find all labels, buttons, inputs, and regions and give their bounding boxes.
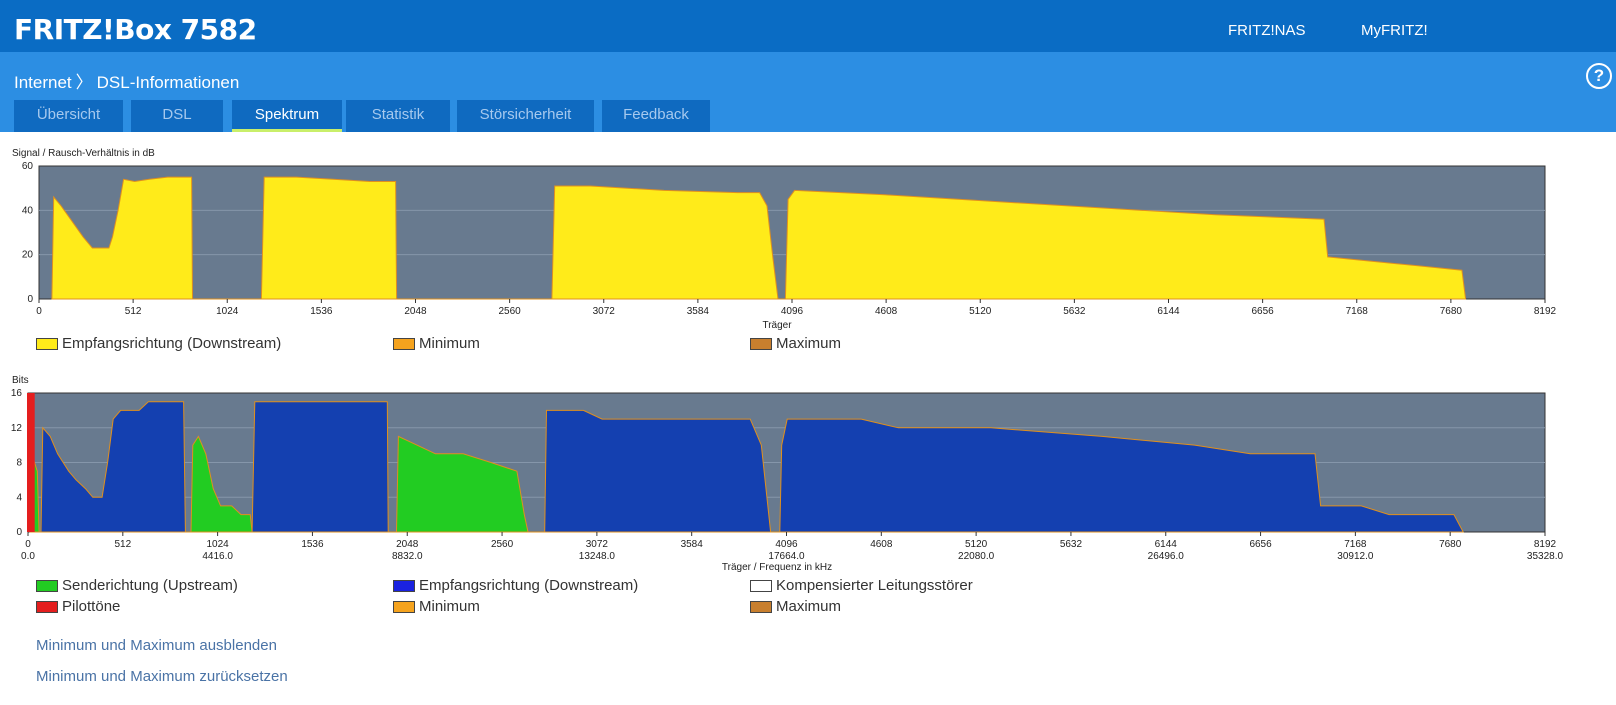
y-tick-label: 12	[11, 423, 23, 434]
x-tick-label: 4608	[870, 539, 893, 550]
freq-tick-label: 22080.0	[958, 551, 995, 562]
x-tick-label: 0	[25, 539, 31, 550]
y-tick-label: 0	[27, 294, 33, 305]
snr-chart-title: Signal / Rausch-Verhältnis in dB	[12, 148, 155, 159]
bits-x-axis: 0 512 1024 1536 2048 2560 3072 3584 4096 4608 5120…	[21, 532, 1564, 562]
product-title: FRITZ!Box 7582	[14, 13, 257, 46]
snr-y-axis: 0 20 40 60	[22, 161, 34, 305]
legend-upstream-swatch	[36, 580, 58, 592]
y-tick-label: 40	[22, 205, 34, 216]
x-tick-label: 5632	[1063, 306, 1086, 317]
legend-minimum2-swatch	[393, 601, 415, 613]
x-tick-label: 0	[36, 306, 42, 317]
tab-feedback[interactable]: Feedback	[602, 100, 710, 132]
x-tick-label: 1024	[207, 539, 230, 550]
x-tick-label: 6656	[1249, 539, 1272, 550]
legend-pilot-swatch	[36, 601, 58, 613]
y-tick-label: 16	[11, 388, 23, 399]
y-tick-label: 20	[22, 250, 34, 261]
x-tick-label: 3584	[687, 306, 710, 317]
y-tick-label: 4	[16, 492, 22, 503]
x-tick-label: 2048	[404, 306, 427, 317]
reset-min-max-link[interactable]: Minimum und Maximum zurücksetzen	[36, 668, 288, 685]
x-tick-label: 4096	[781, 306, 804, 317]
legend-maximum-label: Maximum	[776, 335, 842, 352]
legend-compensated-label: Kompensierter Leitungsstörer	[776, 577, 973, 594]
tab-stoersicherheit[interactable]: Störsicherheit	[457, 100, 594, 132]
bits-y-axis: 0 4 8 12 16	[11, 388, 23, 538]
x-tick-label: 1536	[310, 306, 333, 317]
freq-tick-label: 13248.0	[579, 551, 616, 562]
x-tick-label: 7168	[1346, 306, 1369, 317]
legend-minimum-label: Minimum	[419, 335, 480, 352]
legend-downstream-label: Empfangsrichtung (Downstream)	[62, 335, 282, 352]
x-tick-label: 2048	[396, 539, 419, 550]
breadcrumb-separator-icon: 〉	[75, 73, 93, 92]
x-tick-label: 8192	[1534, 539, 1557, 550]
breadcrumb: Internet 〉 DSL-Informationen	[14, 68, 239, 93]
legend-maximum2-label: Maximum	[776, 598, 842, 615]
tab-uebersicht[interactable]: Übersicht	[14, 100, 123, 132]
y-tick-label: 8	[16, 458, 22, 469]
legend-compensated-swatch	[750, 580, 772, 592]
x-tick-label: 6656	[1252, 306, 1275, 317]
x-tick-label: 5120	[969, 306, 992, 317]
x-tick-label: 6144	[1155, 539, 1178, 550]
hide-min-max-link[interactable]: Minimum und Maximum ausblenden	[36, 637, 277, 654]
bits-chart-title: Bits	[12, 375, 29, 386]
x-tick-label: 3072	[586, 539, 609, 550]
freq-tick-label: 30912.0	[1337, 551, 1374, 562]
breadcrumb-parent[interactable]: Internet	[14, 73, 72, 92]
tab-spektrum[interactable]: Spektrum	[232, 100, 342, 132]
freq-tick-label: 0.0	[21, 551, 35, 562]
freq-tick-label: 8832.0	[392, 551, 423, 562]
bits-chart: Bits 0 4 8 12 16 0 512 1024 1536 2048 2560 3072 358…	[11, 375, 1564, 573]
x-tick-label: 7680	[1440, 306, 1463, 317]
freq-tick-label: 26496.0	[1148, 551, 1185, 562]
x-tick-label: 3584	[681, 539, 704, 550]
y-tick-label: 60	[22, 161, 34, 172]
x-tick-label: 2560	[491, 539, 514, 550]
x-tick-label: 1024	[216, 306, 239, 317]
legend-maximum-swatch	[750, 338, 772, 350]
breadcrumb-current: DSL-Informationen	[96, 73, 240, 92]
legend-upstream-label: Senderichtung (Upstream)	[62, 577, 238, 594]
tab-statistik[interactable]: Statistik	[346, 100, 450, 132]
x-tick-label: 7168	[1344, 539, 1367, 550]
x-tick-label: 3072	[593, 306, 616, 317]
x-tick-label: 8192	[1534, 306, 1557, 317]
x-tick-label: 1536	[301, 539, 324, 550]
x-tick-label: 512	[114, 539, 131, 550]
y-tick-label: 0	[16, 527, 22, 538]
pilot-tone-mark	[27, 393, 31, 532]
pilot-tone-mark	[30, 393, 35, 532]
x-tick-label: 7680	[1439, 539, 1462, 550]
bits-x-axis-label: Träger / Frequenz in kHz	[722, 562, 832, 573]
legend-minimum-swatch	[393, 338, 415, 350]
tab-dsl[interactable]: DSL	[131, 100, 223, 132]
x-tick-label: 4608	[875, 306, 898, 317]
x-tick-label: 5120	[965, 539, 988, 550]
legend-minimum2-label: Minimum	[419, 598, 480, 615]
legend-downstream-bits-label: Empfangsrichtung (Downstream)	[419, 577, 639, 594]
fritz-nas-link[interactable]: FRITZ!NAS	[1228, 22, 1306, 39]
snr-chart: Signal / Rausch-Verhältnis in dB 0 20 40 60…	[12, 148, 1557, 331]
legend-pilot-label: Pilottöne	[62, 598, 121, 615]
x-tick-label: 5632	[1060, 539, 1083, 550]
x-tick-label: 2560	[499, 306, 522, 317]
freq-tick-label: 17664.0	[768, 551, 805, 562]
myfritz-link[interactable]: MyFRITZ!	[1361, 22, 1428, 39]
legend-maximum2-swatch	[750, 601, 772, 613]
top-bar: FRITZ!Box 7582 FRITZ!NAS MyFRITZ!	[0, 0, 1616, 52]
freq-tick-label: 35328.0	[1527, 551, 1564, 562]
freq-tick-label: 4416.0	[202, 551, 233, 562]
x-tick-label: 4096	[775, 539, 798, 550]
help-icon[interactable]: ?	[1586, 63, 1612, 89]
x-tick-label: 512	[125, 306, 142, 317]
legend-downstream-swatch	[36, 338, 58, 350]
snr-x-axis: 0 512 1024 1536 2048 2560 3072 3584 4096 4608 5120…	[36, 299, 1557, 317]
legend-downstream-bits-swatch	[393, 580, 415, 592]
snr-x-axis-label: Träger	[762, 320, 792, 331]
x-tick-label: 6144	[1157, 306, 1180, 317]
